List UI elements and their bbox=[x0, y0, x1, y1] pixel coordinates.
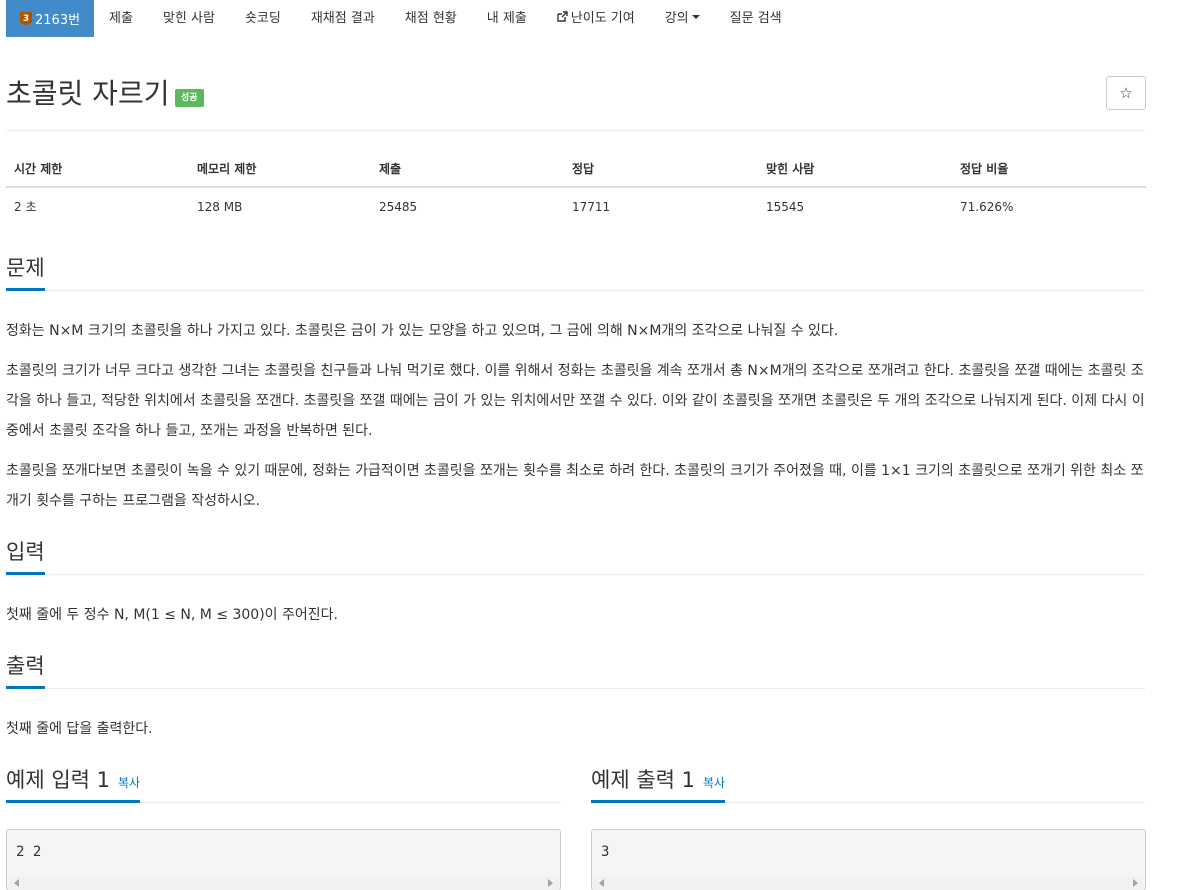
header-memory-limit: 메모리 제한 bbox=[189, 150, 371, 188]
value-accept-ratio: 71.626% bbox=[960, 199, 1014, 214]
external-link-icon bbox=[557, 11, 568, 22]
nav-question-search[interactable]: 질문 검색 bbox=[715, 0, 797, 33]
copy-sample-input-link[interactable]: 복사 bbox=[118, 776, 140, 790]
copy-sample-output-link[interactable]: 복사 bbox=[703, 776, 725, 790]
nav-solved-users[interactable]: 맞힌 사람 bbox=[148, 0, 230, 33]
nav-rejudge-results[interactable]: 재채점 결과 bbox=[296, 0, 390, 33]
nav-submit[interactable]: 제출 bbox=[94, 0, 148, 33]
scroll-right-arrow-icon[interactable] bbox=[1133, 879, 1138, 887]
star-icon: ☆ bbox=[1119, 84, 1133, 102]
input-section-header: 입력 bbox=[6, 538, 1146, 575]
caret-down-icon bbox=[691, 14, 700, 19]
scroll-right-arrow-icon[interactable] bbox=[548, 879, 553, 887]
sample-output-heading: 예제 출력 1 복사 bbox=[591, 766, 726, 803]
sample-output-code: 3 bbox=[601, 844, 610, 860]
sample-output-section-header: 예제 출력 1 복사 bbox=[591, 766, 1146, 803]
description-paragraph-1: 정화는 N×M 크기의 초콜릿을 하나 가지고 있다. 초콜릿은 금이 가 있는… bbox=[6, 323, 839, 339]
output-section-header: 출력 bbox=[6, 652, 1146, 689]
problem-info-table: 시간 제한 메모리 제한 제출 정답 맞힌 사람 정답 비율 2 초 128 M… bbox=[6, 150, 1146, 225]
horizontal-scrollbar[interactable] bbox=[593, 876, 1144, 890]
input-heading: 입력 bbox=[6, 538, 45, 575]
nav-short-coding[interactable]: 숏코딩 bbox=[230, 0, 296, 33]
header-accepted: 정답 bbox=[564, 150, 758, 188]
table-header-row: 시간 제한 메모리 제한 제출 정답 맞힌 사람 정답 비율 bbox=[6, 150, 1146, 188]
input-description: 첫째 줄에 두 정수 N, M(1 ≤ N, M ≤ 300)이 주어진다. bbox=[6, 607, 338, 623]
value-time-limit: 2 초 bbox=[14, 200, 37, 214]
problem-menu: 3 2163번 제출 맞힌 사람 숏코딩 재채점 결과 채점 현황 내 제출 난… bbox=[6, 0, 797, 37]
problem-title: 초콜릿 자르기 bbox=[6, 77, 170, 110]
scroll-left-arrow-icon[interactable] bbox=[14, 879, 19, 887]
header-submissions: 제출 bbox=[371, 150, 564, 188]
description-section-header: 문제 bbox=[6, 254, 1146, 291]
sample-input-heading: 예제 입력 1 복사 bbox=[6, 766, 141, 803]
page-header: 초콜릿 자르기 성공 ☆ bbox=[6, 76, 1146, 131]
description-heading: 문제 bbox=[6, 254, 45, 291]
output-heading: 출력 bbox=[6, 652, 45, 689]
nav-difficulty-contribution[interactable]: 난이도 기여 bbox=[542, 0, 650, 33]
sample-output-box[interactable]: 3 bbox=[591, 829, 1146, 890]
sample-output-title: 예제 출력 1 bbox=[591, 768, 695, 792]
problem-number-label: 2163번 bbox=[35, 13, 81, 28]
value-memory-limit: 128 MB bbox=[197, 199, 243, 214]
sample-input-box[interactable]: 2 2 bbox=[6, 829, 561, 890]
header-time-limit: 시간 제한 bbox=[6, 150, 189, 188]
horizontal-scrollbar[interactable] bbox=[8, 876, 559, 890]
nav-problem-number[interactable]: 3 2163번 bbox=[6, 0, 95, 37]
nav-my-submissions[interactable]: 내 제출 bbox=[472, 0, 542, 33]
lectures-label: 강의 bbox=[664, 11, 689, 26]
sample-input-section-header: 예제 입력 1 복사 bbox=[6, 766, 561, 803]
value-submissions: 25485 bbox=[379, 199, 418, 214]
table-row: 2 초 128 MB 25485 17711 15545 71.626% bbox=[6, 187, 1146, 225]
nav-lectures-dropdown[interactable]: 강의 bbox=[650, 0, 715, 33]
output-description: 첫째 줄에 답을 출력한다. bbox=[6, 721, 153, 737]
status-badge: 성공 bbox=[175, 89, 204, 107]
value-accepted: 17711 bbox=[572, 199, 611, 214]
tier-badge-icon: 3 bbox=[20, 11, 32, 26]
header-solved-users: 맞힌 사람 bbox=[758, 150, 952, 188]
favorite-button[interactable]: ☆ bbox=[1106, 76, 1146, 110]
description-paragraph-2: 초콜릿의 크기가 너무 크다고 생각한 그녀는 초콜릿을 친구들과 나눠 먹기로… bbox=[6, 363, 1145, 439]
sample-input-code: 2 2 bbox=[16, 844, 42, 860]
header-accept-ratio: 정답 비율 bbox=[952, 150, 1146, 188]
scroll-left-arrow-icon[interactable] bbox=[599, 879, 604, 887]
difficulty-contribution-label: 난이도 기여 bbox=[570, 11, 635, 26]
nav-judge-status[interactable]: 채점 현황 bbox=[390, 0, 472, 33]
description-paragraph-3: 초콜릿을 쪼개다보면 초콜릿이 녹을 수 있기 때문에, 정화는 가급적이면 초… bbox=[6, 463, 1144, 509]
value-solved-users: 15545 bbox=[766, 199, 805, 214]
sample-input-title: 예제 입력 1 bbox=[6, 768, 110, 792]
